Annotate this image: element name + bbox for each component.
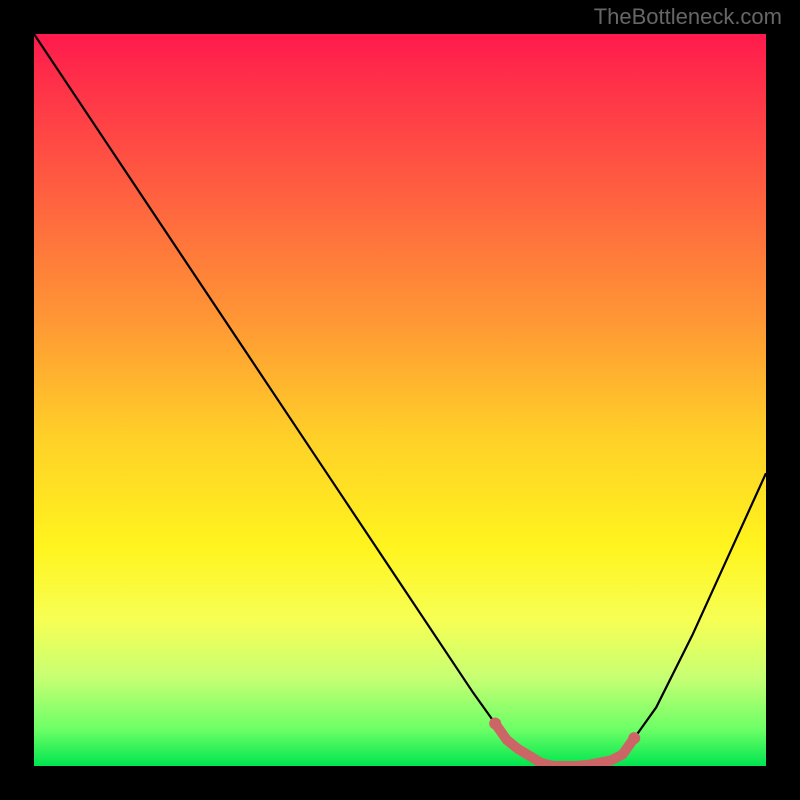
- bottleneck-curve-path: [34, 34, 766, 766]
- highlight-dot-left: [489, 718, 501, 730]
- highlight-band-path: [495, 724, 634, 767]
- highlight-dot-right: [628, 732, 640, 744]
- watermark-text: TheBottleneck.com: [594, 4, 782, 30]
- bottleneck-chart: [34, 34, 766, 766]
